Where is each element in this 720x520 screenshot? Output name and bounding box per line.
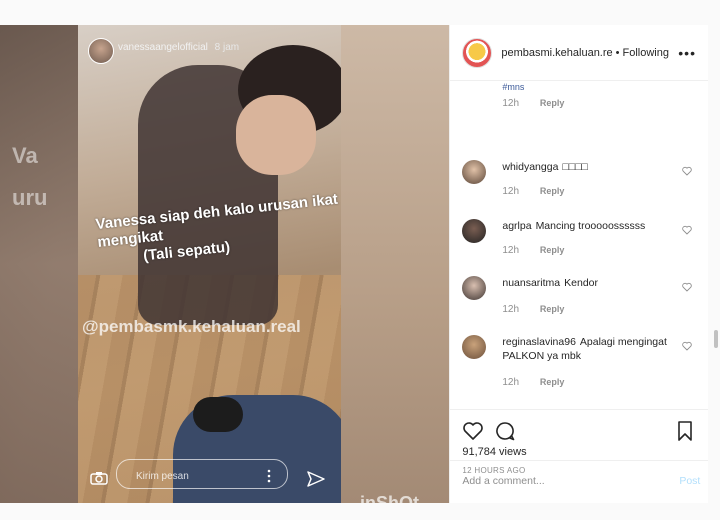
story-username: vanessaangelofficial 8 jam bbox=[118, 42, 239, 53]
comment-meta: 12h Reply bbox=[502, 245, 564, 256]
camera-icon bbox=[90, 472, 108, 485]
comment-box-divider bbox=[450, 460, 709, 461]
reply-button[interactable]: Reply bbox=[540, 245, 565, 255]
comment-text: Mancing trooooossssss bbox=[535, 220, 646, 232]
blurred-caption-fragment: uru bbox=[12, 185, 48, 210]
comment-time: 12h bbox=[502, 304, 520, 315]
comments-list[interactable]: #mns 12h Reply whidyangga □□□□ 12h Reply bbox=[450, 82, 708, 409]
blurred-background-right bbox=[339, 25, 450, 503]
comment-text: #mns bbox=[502, 82, 525, 92]
comment-meta: 12h Reply bbox=[502, 377, 564, 388]
account-avatar[interactable] bbox=[462, 37, 493, 68]
add-comment-bar: Add a comment... Post bbox=[450, 475, 708, 503]
commenter-username[interactable]: agrlpa bbox=[502, 220, 531, 232]
comment-time: 12h bbox=[502, 186, 520, 197]
reply-button[interactable]: Reply bbox=[540, 186, 565, 196]
face bbox=[236, 95, 316, 175]
commenter-avatar[interactable] bbox=[462, 160, 487, 184]
story-message-placeholder: Kirim pesan bbox=[136, 471, 189, 482]
reply-button[interactable]: Reply bbox=[540, 304, 565, 314]
commenter-avatar[interactable] bbox=[462, 219, 487, 243]
post-modal: Va uru vanessaangelofficial 8 jam Vaness… bbox=[0, 25, 718, 503]
post-header: pembasmi.kehaluan.re • Following ••• bbox=[450, 25, 708, 81]
like-heart-icon[interactable] bbox=[682, 166, 693, 176]
comment-body: nuansaritma Kendor bbox=[502, 276, 682, 290]
send-icon bbox=[307, 471, 325, 487]
story-watermark: @pembasmk.kehaluan.real bbox=[82, 317, 301, 336]
commenter-avatar[interactable] bbox=[462, 335, 487, 359]
inshot-watermark: inShOt bbox=[360, 493, 419, 503]
account-username[interactable]: pembasmi.kehaluan.re bbox=[501, 47, 612, 59]
comment-meta: 12h Reply bbox=[502, 186, 564, 197]
story-time: 8 jam bbox=[214, 42, 240, 53]
reply-button[interactable]: Reply bbox=[540, 98, 565, 108]
comment-body: agrlpa Mancing trooooossssss bbox=[502, 219, 682, 233]
comment-text: □□□□ bbox=[562, 161, 588, 173]
comment-time: 12h bbox=[502, 245, 520, 256]
more-options-icon[interactable]: ••• bbox=[678, 45, 696, 61]
comments-scrollbar[interactable] bbox=[714, 330, 718, 348]
commenter-username[interactable]: nuansaritma bbox=[502, 277, 560, 289]
bookmark-icon[interactable] bbox=[674, 420, 696, 442]
comment-meta: 12h Reply bbox=[502, 98, 564, 109]
comment-time: 12h bbox=[502, 377, 520, 388]
like-heart-icon[interactable] bbox=[682, 225, 693, 235]
more-vertical-icon bbox=[267, 469, 271, 483]
commenter-avatar[interactable] bbox=[462, 276, 487, 300]
like-heart-icon[interactable] bbox=[682, 282, 693, 292]
comment-meta: 12h Reply bbox=[502, 304, 564, 315]
post-comment-button[interactable]: Post bbox=[679, 475, 700, 487]
like-heart-icon[interactable] bbox=[462, 420, 484, 442]
comment-time: 12h bbox=[502, 98, 520, 109]
story-username-text: vanessaangelofficial bbox=[118, 42, 208, 53]
following-button[interactable]: Following bbox=[623, 47, 669, 59]
story-avatar bbox=[88, 38, 114, 64]
story-screenshot: vanessaangelofficial 8 jam Vanessa siap … bbox=[78, 25, 341, 503]
commenter-username[interactable]: reginaslavina96 bbox=[502, 336, 576, 348]
views-count[interactable]: 91,784 views bbox=[462, 446, 526, 458]
comment-body: reginaslavina96 Apalagi mengingat PALKON … bbox=[502, 335, 672, 363]
blurred-background-left bbox=[0, 25, 78, 503]
comment-text: Kendor bbox=[564, 277, 598, 289]
comment-body: whidyangga □□□□ bbox=[502, 160, 682, 174]
reply-button[interactable]: Reply bbox=[540, 377, 565, 387]
post-media[interactable]: Va uru vanessaangelofficial 8 jam Vaness… bbox=[0, 25, 450, 503]
shoe bbox=[193, 397, 243, 432]
post-time-ago[interactable]: 12 HOURS AGO bbox=[462, 466, 525, 475]
commenter-username[interactable]: whidyangga bbox=[502, 161, 558, 173]
header-separator: • bbox=[615, 46, 620, 59]
post-sidebar: pembasmi.kehaluan.re • Following ••• #mn… bbox=[449, 25, 718, 503]
add-comment-input[interactable]: Add a comment... bbox=[462, 475, 544, 487]
like-heart-icon[interactable] bbox=[682, 341, 693, 351]
comment-bubble-icon[interactable] bbox=[494, 420, 516, 442]
blurred-caption-fragment: Va bbox=[12, 143, 38, 168]
